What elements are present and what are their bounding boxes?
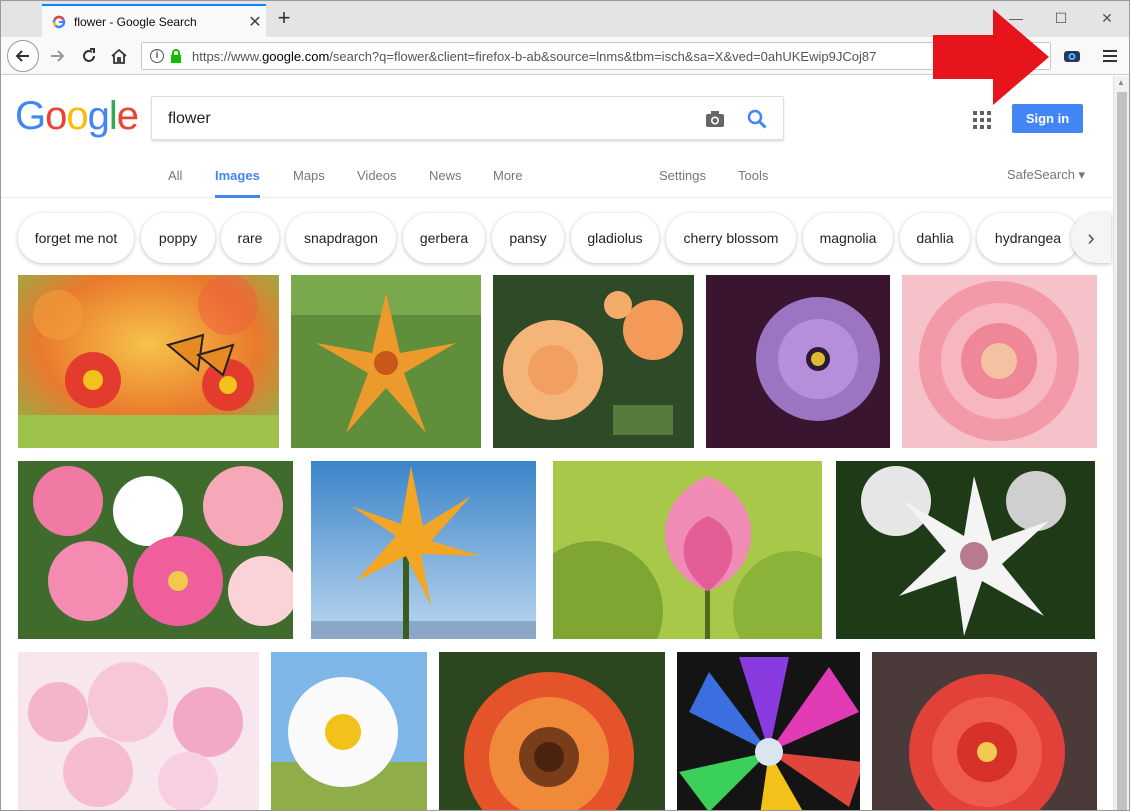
gaillardia-butterfly-image [18, 275, 279, 448]
reload-button[interactable] [75, 42, 103, 70]
logo-letter: o [66, 94, 88, 138]
camera-icon[interactable] [704, 108, 726, 130]
tab-title: flower - Google Search [74, 14, 197, 29]
scroll-thumb[interactable] [1117, 92, 1127, 810]
chip-poppy[interactable]: poppy [141, 213, 215, 263]
related-search-chips: forget me not poppy rare snapdragon gerb… [1, 213, 1111, 265]
image-result[interactable] [706, 275, 890, 448]
cherry-blossom-image [18, 652, 259, 810]
url-bar[interactable]: i https://www.google.com/search?q=flower… [141, 42, 1051, 70]
back-button[interactable] [7, 40, 39, 72]
tab-more[interactable]: More [493, 168, 523, 198]
daisy-image [271, 652, 427, 810]
rainbow-chrysanthemum-image [677, 652, 860, 810]
url-scheme: https://www. [192, 48, 263, 64]
chip-snapdragon[interactable]: snapdragon [286, 213, 396, 263]
pink-bouquet-image [18, 461, 293, 639]
white-clematis-image [836, 461, 1095, 639]
browser-tab[interactable]: flower - Google Search ✕ [42, 4, 266, 37]
image-result[interactable] [291, 275, 481, 448]
orange-lily-image [291, 275, 481, 448]
image-result[interactable] [836, 461, 1095, 639]
orange-gazania-image [439, 652, 665, 810]
forward-arrow-icon [51, 50, 65, 62]
screenshot-extension-icon[interactable] [1061, 45, 1083, 67]
chip-forget-me-not[interactable]: forget me not [18, 213, 134, 263]
back-arrow-icon [15, 50, 29, 62]
chip-cherry-blossom[interactable]: cherry blossom [666, 213, 796, 263]
image-result[interactable] [311, 461, 536, 639]
google-header: Google Sign in All Images Maps Videos Ne… [1, 76, 1111, 198]
tab-all[interactable]: All [168, 168, 182, 198]
home-icon [111, 48, 127, 64]
sign-in-button[interactable]: Sign in [1012, 104, 1083, 133]
logo-letter: g [87, 94, 110, 138]
google-logo[interactable]: Google [15, 94, 139, 139]
apps-grid-icon[interactable] [973, 111, 991, 129]
safesearch-dropdown[interactable]: SafeSearch ▾ [1007, 167, 1085, 183]
tab-images[interactable]: Images [215, 168, 260, 198]
chip-magnolia[interactable]: magnolia [803, 213, 893, 263]
hamburger-menu-icon[interactable] [1099, 45, 1121, 67]
search-icon[interactable] [746, 108, 768, 130]
scroll-up-icon[interactable]: ▲ [1117, 78, 1125, 87]
chip-gladiolus[interactable]: gladiolus [571, 213, 659, 263]
tab-maps[interactable]: Maps [293, 168, 325, 198]
image-result[interactable] [677, 652, 860, 810]
peach-roses-image [493, 275, 694, 448]
new-tab-button[interactable]: + [271, 5, 297, 31]
lotus-image [553, 461, 822, 639]
search-input[interactable] [168, 107, 688, 131]
purple-daisy-image [706, 275, 890, 448]
chip-gerbera[interactable]: gerbera [403, 213, 485, 263]
tab-close-icon[interactable]: ✕ [244, 12, 266, 32]
url-path: /search?q=flower&client=firefox-b-ab&sou… [329, 48, 877, 64]
browser-window: flower - Google Search ✕ + — ☐ ✕ i https… [0, 0, 1130, 811]
yellow-flower-sky-image [311, 461, 536, 639]
google-favicon-icon [52, 15, 66, 28]
tab-tools[interactable]: Tools [738, 168, 768, 198]
image-result[interactable] [902, 275, 1097, 448]
search-box [151, 96, 784, 140]
red-zinnia-image [872, 652, 1097, 810]
logo-letter: l [108, 94, 118, 138]
chip-pansy[interactable]: pansy [492, 213, 564, 263]
image-result[interactable] [18, 652, 259, 810]
image-result[interactable] [872, 652, 1097, 810]
image-result[interactable] [439, 652, 665, 810]
chip-rare[interactable]: rare [221, 213, 279, 263]
tab-news[interactable]: News [429, 168, 462, 198]
chevron-right-icon[interactable]: › [1071, 213, 1111, 263]
forward-button[interactable] [43, 42, 71, 70]
info-icon[interactable]: i [150, 49, 164, 63]
logo-letter: e [116, 94, 139, 138]
logo-letter: o [45, 94, 67, 138]
reload-icon [83, 48, 95, 62]
search-tabs: All Images Maps Videos News More Setting… [1, 166, 1111, 198]
chip-dahlia[interactable]: dahlia [900, 213, 970, 263]
url-text: https://www.google.com/search?q=flower&c… [192, 49, 876, 64]
close-window-button[interactable]: ✕ [1087, 7, 1127, 29]
tab-videos[interactable]: Videos [357, 168, 397, 198]
page-scrollbar[interactable]: ▲ [1113, 76, 1129, 810]
image-result[interactable] [271, 652, 427, 810]
chip-hydrangea[interactable]: hydrangea [977, 213, 1079, 263]
tab-settings[interactable]: Settings [659, 168, 706, 198]
url-host: google.com [262, 48, 330, 64]
logo-letter: G [15, 94, 46, 138]
image-result[interactable] [18, 461, 293, 639]
pink-dahlia-image [902, 275, 1097, 448]
image-result[interactable] [553, 461, 822, 639]
lock-icon[interactable] [170, 49, 182, 63]
home-button[interactable] [105, 42, 133, 70]
image-result[interactable] [18, 275, 279, 448]
image-result[interactable] [493, 275, 694, 448]
